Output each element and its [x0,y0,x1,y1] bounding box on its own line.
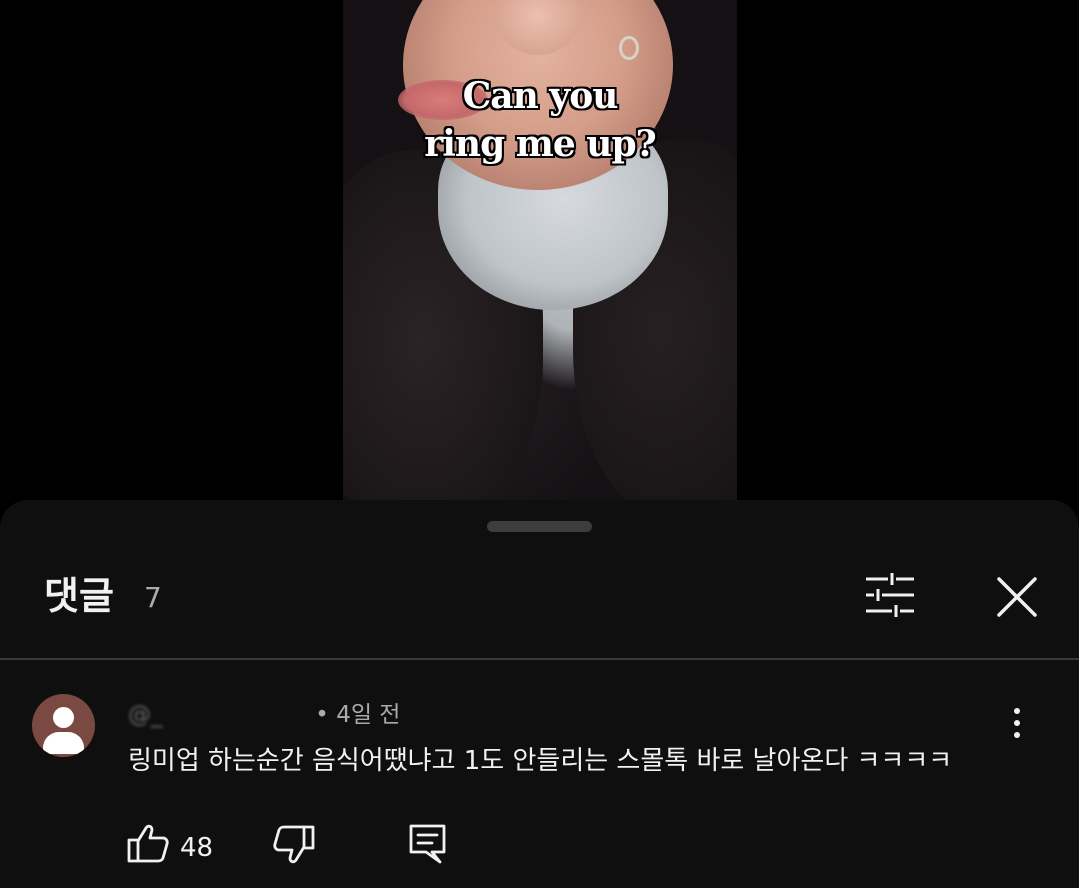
close-button[interactable] [994,574,1040,620]
thumbs-down-icon [273,825,315,864]
avatar-person-icon-head [53,707,74,728]
comment-author[interactable]: @⁠_⁠ ⁠ ⁠ ⁠ ⁠ ⁠ ⁠ ⁠ ⁠ ⁠ ⁠ ⁠ ⁠ ⁠ ⁠ ⁠ ⁠ ⁠ ⁠ [128,700,308,730]
comment-reply-icon [409,824,446,864]
comments-sheet: 댓글 7 [0,500,1079,888]
comments-count: 7 [144,581,162,614]
meta-separator: • [308,702,337,728]
comment-time: 4일 전 [336,702,401,728]
comment-text: 링미업 하는순간 음식어땠냐고 1도 안들리는 스몰톡 바로 날아온다 ㅋㅋㅋㅋ [128,746,953,776]
like-button[interactable] [126,822,170,866]
more-vert-icon-dot3 [1014,732,1020,738]
like-count: 48 [180,833,214,863]
video-caption: Can you ring me up? [343,72,737,168]
close-icon [997,577,1037,617]
reply-button[interactable] [406,822,450,866]
dislike-button[interactable] [272,824,316,868]
comment-meta: @⁠_⁠ ⁠ ⁠ ⁠ ⁠ ⁠ ⁠ ⁠ ⁠ ⁠ ⁠ ⁠ ⁠ ⁠ ⁠ ⁠ ⁠ ⁠ ⁠… [128,700,400,730]
video-player[interactable]: Can you ring me up? [343,0,737,500]
sort-filter-button[interactable] [862,570,918,620]
more-vert-icon-dot2 [1014,720,1020,726]
sort-filter-icon [866,573,914,617]
thumbs-up-icon [127,824,169,863]
screen: Can you ring me up? 댓글 7 [0,0,1079,888]
video-caption-line1: Can you [462,75,619,117]
header-divider [0,658,1079,660]
comment-more-button[interactable] [1002,704,1032,744]
video-frame-earring [619,36,639,60]
avatar[interactable] [32,694,95,757]
drag-handle[interactable] [487,521,592,532]
avatar-person-icon-body [43,732,84,754]
video-caption-line2: ring me up? [424,123,657,165]
more-vert-icon [1014,708,1020,714]
comments-title: 댓글 [44,574,114,618]
